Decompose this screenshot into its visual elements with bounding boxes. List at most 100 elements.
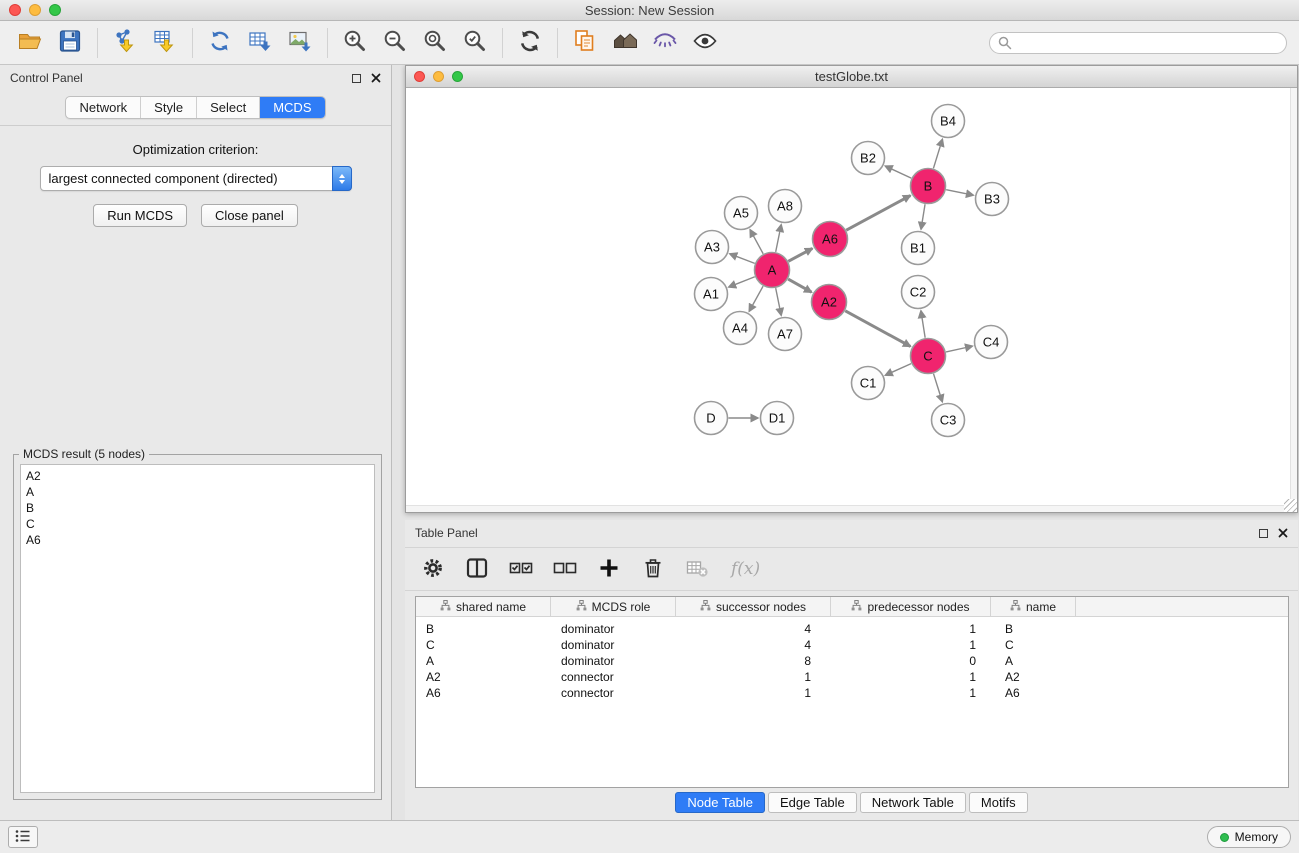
graph-node-B[interactable]: B: [911, 169, 946, 204]
zoom-window-button[interactable]: [49, 4, 61, 16]
graph-node-C3[interactable]: C3: [932, 404, 965, 437]
graph-node-B1[interactable]: B1: [902, 232, 935, 265]
save-button[interactable]: [50, 25, 90, 61]
graph-edge-B-B4[interactable]: [933, 139, 942, 168]
graph-node-B2[interactable]: B2: [852, 142, 885, 175]
function-builder-button[interactable]: f(x): [731, 559, 760, 579]
tab-mcds[interactable]: MCDS: [259, 97, 324, 118]
graph-edge-B-B2[interactable]: [885, 166, 911, 178]
task-history-button[interactable]: [8, 826, 38, 848]
graph-edge-A-A3[interactable]: [730, 254, 755, 264]
column-header-predecessor-nodes[interactable]: predecessor nodes: [831, 597, 991, 616]
graph-edge-A-A6[interactable]: [788, 248, 812, 261]
network-horizontal-scrollbar[interactable]: [406, 505, 1284, 512]
graph-edge-A2-C[interactable]: [845, 311, 910, 347]
network-minimize-button[interactable]: [433, 71, 444, 82]
close-table-panel-button[interactable]: [1278, 526, 1288, 541]
graph-edge-A-A5[interactable]: [750, 230, 763, 254]
home-network-button[interactable]: [605, 25, 645, 61]
graph-edge-C-C1[interactable]: [885, 364, 911, 376]
table-row[interactable]: Adominator80A: [416, 653, 1288, 669]
export-image-button[interactable]: [280, 25, 320, 61]
zoom-out-button[interactable]: [375, 25, 415, 61]
graph-edge-B-B1[interactable]: [921, 204, 925, 229]
graph-edge-C-C2[interactable]: [921, 311, 925, 338]
folder-open-button[interactable]: [10, 25, 50, 61]
mcds-result-item[interactable]: A6: [26, 532, 369, 548]
graph-node-C4[interactable]: C4: [975, 326, 1008, 359]
table-row[interactable]: A2connector11A2: [416, 669, 1288, 685]
delete-rows-button[interactable]: [641, 556, 665, 583]
graph-node-A5[interactable]: A5: [725, 197, 758, 230]
tab-style[interactable]: Style: [140, 97, 196, 118]
tab-motifs[interactable]: Motifs: [969, 792, 1028, 813]
graph-edge-A-A8[interactable]: [776, 225, 782, 252]
graph-edge-C-C4[interactable]: [946, 346, 972, 352]
graph-node-A4[interactable]: A4: [724, 312, 757, 345]
mcds-result-item[interactable]: A2: [26, 468, 369, 484]
mcds-result-list[interactable]: A2ABCA6: [20, 464, 375, 793]
mcds-result-item[interactable]: C: [26, 516, 369, 532]
graph-edge-A6-B[interactable]: [846, 196, 910, 231]
hide-graphics-button[interactable]: [645, 25, 685, 61]
table-row[interactable]: Bdominator41B: [416, 621, 1288, 637]
close-window-button[interactable]: [9, 4, 21, 16]
graph-edge-A-A1[interactable]: [729, 277, 755, 287]
graph-edge-A-A4[interactable]: [749, 286, 763, 311]
run-mcds-button[interactable]: Run MCDS: [93, 204, 187, 227]
settings-gear-button[interactable]: [421, 556, 445, 583]
graph-node-A3[interactable]: A3: [696, 231, 729, 264]
zoom-fit-button[interactable]: [415, 25, 455, 61]
graph-node-C2[interactable]: C2: [902, 276, 935, 309]
graph-node-A8[interactable]: A8: [769, 190, 802, 223]
memory-button[interactable]: Memory: [1207, 826, 1291, 848]
tab-edge-table[interactable]: Edge Table: [768, 792, 857, 813]
graph-node-A1[interactable]: A1: [695, 278, 728, 311]
copy-documents-button[interactable]: [565, 25, 605, 61]
graph-node-B4[interactable]: B4: [932, 105, 965, 138]
unselect-all-rows-button[interactable]: [553, 556, 577, 583]
graph-node-A[interactable]: A: [755, 253, 790, 288]
graph-node-A6[interactable]: A6: [813, 222, 848, 257]
mcds-result-item[interactable]: A: [26, 484, 369, 500]
network-zoom-button[interactable]: [452, 71, 463, 82]
graph-edge-B-B3[interactable]: [946, 190, 973, 196]
table-row[interactable]: Cdominator41C: [416, 637, 1288, 653]
network-vertical-scrollbar[interactable]: [1290, 88, 1297, 499]
close-panel-button[interactable]: Close panel: [201, 204, 298, 227]
graph-edge-A-A7[interactable]: [776, 288, 782, 315]
column-header-successor-nodes[interactable]: successor nodes: [676, 597, 831, 616]
optimization-criterion-dropdown[interactable]: largest connected component (directed): [40, 166, 352, 191]
graph-node-A7[interactable]: A7: [769, 318, 802, 351]
network-canvas[interactable]: B4B2BB3A5A8A6B1A3AC2A1A2A4A7C4CC1C3DD1: [406, 88, 1297, 512]
tab-select[interactable]: Select: [196, 97, 259, 118]
network-resize-grip[interactable]: [1284, 499, 1297, 512]
zoom-in-button[interactable]: [335, 25, 375, 61]
graph-node-C[interactable]: C: [911, 339, 946, 374]
search-input[interactable]: [989, 32, 1287, 54]
show-graphics-button[interactable]: [685, 25, 725, 61]
graph-node-D1[interactable]: D1: [761, 402, 794, 435]
column-header-name[interactable]: name: [991, 597, 1076, 616]
network-close-button[interactable]: [414, 71, 425, 82]
show-columns-button[interactable]: [465, 556, 489, 583]
add-row-button[interactable]: [597, 556, 621, 583]
graph-node-D[interactable]: D: [695, 402, 728, 435]
tab-network-table[interactable]: Network Table: [860, 792, 966, 813]
graph-node-A2[interactable]: A2: [812, 285, 847, 320]
zoom-selected-button[interactable]: [455, 25, 495, 61]
table-row[interactable]: A6connector11A6: [416, 685, 1288, 701]
graph-edge-A-A2[interactable]: [788, 279, 811, 292]
tab-network[interactable]: Network: [66, 97, 140, 118]
minimize-window-button[interactable]: [29, 4, 41, 16]
tab-node-table[interactable]: Node Table: [675, 792, 765, 813]
close-control-panel-button[interactable]: [371, 71, 381, 86]
graph-node-B3[interactable]: B3: [976, 183, 1009, 216]
column-header-shared-name[interactable]: shared name: [416, 597, 551, 616]
column-header-mcds-role[interactable]: MCDS role: [551, 597, 676, 616]
delete-table-button[interactable]: [685, 556, 709, 583]
float-panel-button[interactable]: [352, 74, 361, 83]
import-table-button[interactable]: [145, 25, 185, 61]
float-table-panel-button[interactable]: [1259, 529, 1268, 538]
refresh-button[interactable]: [510, 25, 550, 61]
